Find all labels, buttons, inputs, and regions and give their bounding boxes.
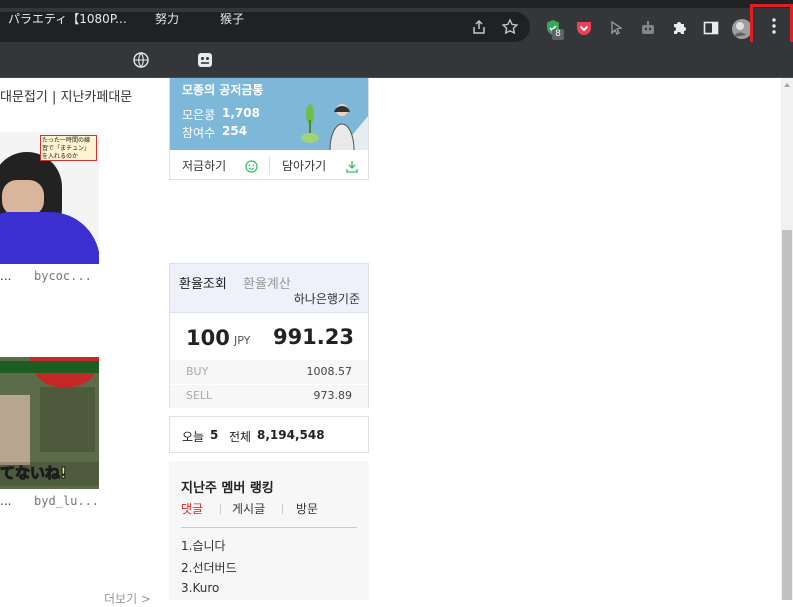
- collected-value: 1,708: [222, 106, 260, 120]
- download-icon: [346, 158, 358, 173]
- today-label: 오늘: [182, 430, 205, 444]
- thumbnail-top-banner: [0, 361, 99, 373]
- post-thumbnail-2[interactable]: てないね!: [0, 357, 99, 489]
- camo-figure-shape: [40, 387, 95, 452]
- post-thumbnail-1[interactable]: たった一時間の練習で「まチュン」を入れるのか: [0, 132, 99, 264]
- purple-shirt-shape: [0, 212, 99, 264]
- share-icon[interactable]: [470, 18, 488, 36]
- save-button-label: 저금하기: [182, 159, 227, 173]
- collected-label: 모은콩: [182, 108, 216, 122]
- bookmark-monkey[interactable]: 猴子: [220, 10, 244, 28]
- rate-value: 991.23: [272, 325, 354, 349]
- post-author-2[interactable]: byd_lu...: [34, 494, 99, 508]
- ranking-tab-comments[interactable]: 댓글: [181, 500, 203, 517]
- profile-avatar[interactable]: [731, 18, 752, 39]
- person-face-shape: [2, 180, 44, 216]
- total-value: 8,194,548: [257, 428, 325, 442]
- sell-label: SELL: [186, 389, 213, 402]
- buy-value: 1008.57: [306, 365, 353, 378]
- thumbnail-caption: たった一時間の練習で「まチュン」を入れるのか: [40, 135, 97, 161]
- rate-basis: 하나은행기준: [293, 292, 360, 306]
- tab-divider: [220, 504, 221, 514]
- web-page: [0, 78, 781, 600]
- ranking-divider: [181, 527, 357, 528]
- side-panel-icon[interactable]: [701, 18, 721, 38]
- tab-strip: [0, 0, 793, 8]
- left-figure-shape: [0, 395, 30, 465]
- sell-value: 973.89: [313, 389, 353, 402]
- smile-icon: [245, 158, 258, 173]
- pocket-extension-icon[interactable]: [574, 18, 594, 38]
- piggy-bank-illustration: [300, 102, 368, 151]
- bookmark-star-icon[interactable]: [501, 18, 519, 36]
- more-options-icon[interactable]: [766, 16, 782, 36]
- ranking-item[interactable]: 3.Kuro: [181, 581, 219, 595]
- ranking-title: 지난주 멤버 랭킹: [181, 481, 274, 496]
- save-button[interactable]: 저금하기: [170, 150, 269, 179]
- robot-extension-icon[interactable]: [638, 18, 658, 38]
- tab-rate-calc[interactable]: 환율계산: [243, 273, 291, 292]
- amount-value: 100: [186, 326, 230, 350]
- ranking-tab-visits[interactable]: 방문: [296, 500, 318, 517]
- tab-divider: [282, 504, 283, 514]
- savings-title: 모종의 공저금통: [182, 83, 264, 97]
- post-author-1[interactable]: bycoc...: [34, 269, 92, 283]
- extensions-puzzle-icon[interactable]: [669, 18, 689, 38]
- savings-widget: 모종의 공저금통 모은콩 1,708 참여수 254 저금하기 담아가기: [169, 78, 369, 180]
- bookmark-effort[interactable]: 努力: [155, 10, 179, 28]
- total-label: 전체: [229, 430, 252, 444]
- currency-code: JPY: [234, 334, 251, 347]
- more-link[interactable]: 더보기 >: [104, 590, 151, 607]
- thumbnail-caption: てないね!: [0, 462, 99, 486]
- visitor-count-widget: 오늘 5 전체 8,194,548: [169, 416, 369, 453]
- monkey-icon: [196, 51, 214, 69]
- ranking-tab-posts[interactable]: 게시글: [232, 500, 265, 517]
- ranking-item[interactable]: 1.습니다: [181, 537, 226, 554]
- row-divider: [170, 384, 368, 385]
- scroll-up-arrow-icon[interactable]: [784, 83, 790, 87]
- bookmarks-bar: [0, 42, 793, 78]
- post-title-2[interactable]: ...: [0, 494, 11, 508]
- cafe-header-links[interactable]: 대문접기 | 지난카페대문: [0, 86, 132, 105]
- scrollbar-thumb[interactable]: [782, 230, 792, 600]
- post-title-1[interactable]: ...: [0, 269, 11, 283]
- take-button-label: 담아가기: [282, 159, 327, 173]
- member-ranking-widget: 지난주 멤버 랭킹 댓글 게시글 방문 1.습니다 2.선더버드 3.Kuro: [169, 461, 369, 600]
- participants-label: 참여수: [182, 126, 216, 140]
- participants-value: 254: [222, 124, 248, 138]
- bookmark-variety[interactable]: パラエティ【1080P...: [8, 10, 127, 28]
- tab-rate-lookup[interactable]: 환율조회: [179, 273, 227, 292]
- buy-label: BUY: [186, 365, 209, 378]
- today-value: 5: [210, 428, 219, 442]
- cursor-extension-icon[interactable]: [606, 18, 626, 38]
- ranking-item[interactable]: 2.선더버드: [181, 559, 237, 576]
- exchange-rate-widget: 환율조회 환율계산 하나은행기준 100 JPY 991.23 BUY 1008…: [169, 263, 369, 408]
- header-divider: [170, 312, 368, 313]
- extension-badge: 8: [552, 29, 564, 40]
- take-button[interactable]: 담아가기: [270, 150, 369, 179]
- savings-banner: 모종의 공저금통 모은콩 1,708 참여수 254: [170, 78, 368, 151]
- globe-icon: [133, 52, 149, 68]
